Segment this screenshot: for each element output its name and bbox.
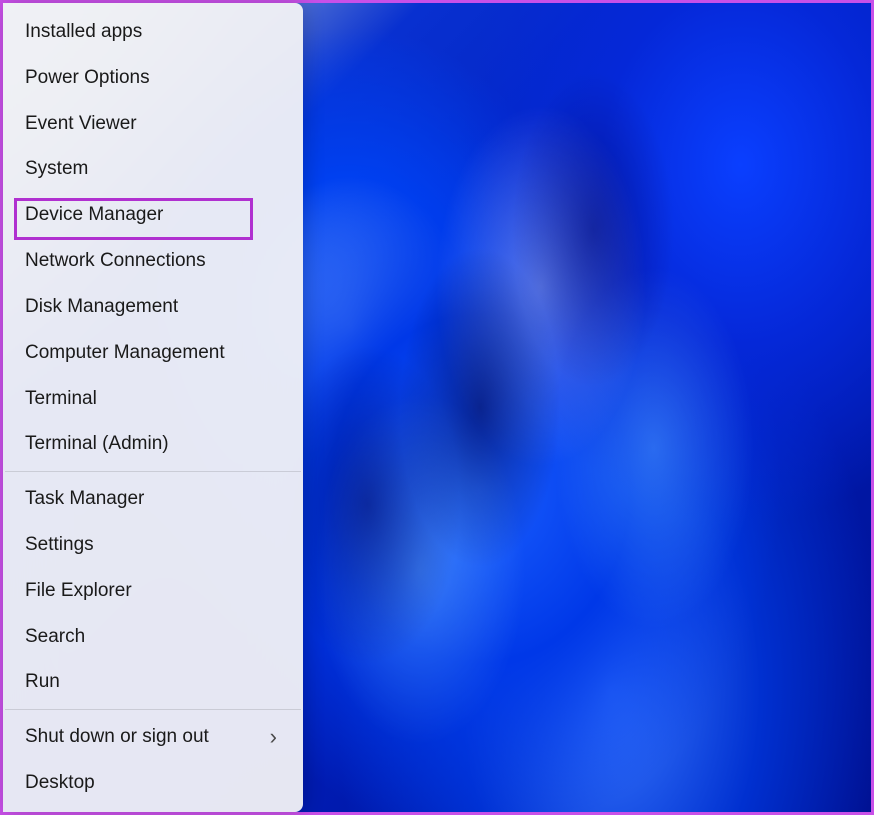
menu-item-system[interactable]: System [3, 146, 303, 192]
menu-item-label: Event Viewer [25, 113, 137, 135]
menu-item-label: Desktop [25, 772, 95, 794]
menu-item-event-viewer[interactable]: Event Viewer [3, 101, 303, 147]
menu-item-label: Installed apps [25, 21, 142, 43]
menu-item-label: Search [25, 626, 85, 648]
menu-item-installed-apps[interactable]: Installed apps [3, 9, 303, 55]
menu-item-label: Device Manager [25, 204, 163, 226]
menu-item-label: File Explorer [25, 580, 132, 602]
menu-item-computer-management[interactable]: Computer Management [3, 330, 303, 376]
menu-item-settings[interactable]: Settings [3, 522, 303, 568]
menu-item-device-manager[interactable]: Device Manager [3, 192, 303, 238]
menu-item-label: Shut down or sign out [25, 726, 209, 748]
menu-item-label: Terminal (Admin) [25, 433, 169, 455]
menu-item-terminal[interactable]: Terminal [3, 376, 303, 422]
menu-item-desktop[interactable]: Desktop [3, 760, 303, 806]
menu-item-label: Power Options [25, 67, 150, 89]
menu-item-label: Computer Management [25, 342, 225, 364]
menu-item-task-manager[interactable]: Task Manager [3, 476, 303, 522]
winx-context-menu: Installed apps Power Options Event Viewer S… [3, 3, 303, 812]
menu-item-disk-management[interactable]: Disk Management [3, 284, 303, 330]
menu-item-label: Network Connections [25, 250, 206, 272]
menu-item-label: Terminal [25, 388, 97, 410]
menu-item-label: Task Manager [25, 488, 144, 510]
menu-item-label: System [25, 158, 88, 180]
menu-item-label: Settings [25, 534, 94, 556]
menu-separator [5, 709, 301, 710]
menu-item-terminal-admin[interactable]: Terminal (Admin) [3, 421, 303, 467]
menu-item-shut-down[interactable]: Shut down or sign out › [3, 714, 303, 760]
menu-separator [5, 471, 301, 472]
menu-item-label: Disk Management [25, 296, 178, 318]
menu-item-label: Run [25, 671, 60, 693]
menu-item-file-explorer[interactable]: File Explorer [3, 568, 303, 614]
menu-item-network-connections[interactable]: Network Connections [3, 238, 303, 284]
menu-item-search[interactable]: Search [3, 614, 303, 660]
menu-item-power-options[interactable]: Power Options [3, 55, 303, 101]
menu-item-run[interactable]: Run [3, 660, 303, 706]
chevron-right-icon: › [270, 724, 277, 750]
